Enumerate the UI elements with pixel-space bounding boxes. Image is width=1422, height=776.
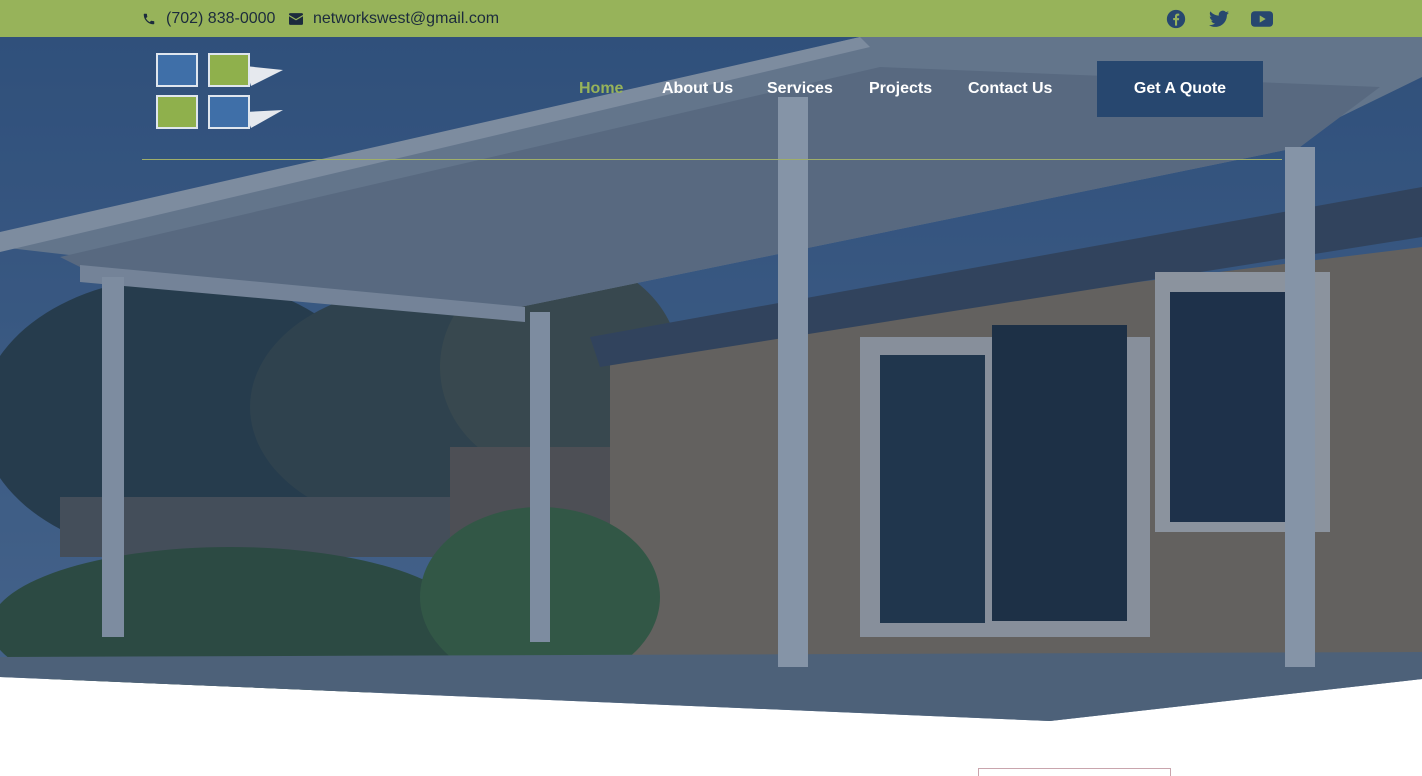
phone-number: (702) 838-0000: [166, 9, 276, 27]
nav-item-contact-us[interactable]: Contact Us: [968, 78, 1052, 100]
phone-link[interactable]: (702) 838-0000: [142, 0, 275, 37]
nav-item-home[interactable]: Home: [579, 78, 623, 100]
hero-overlay: [0, 37, 1422, 721]
nav-item-services[interactable]: Services: [767, 78, 833, 100]
content-card-edge: [978, 768, 1171, 776]
logo-icon: [156, 53, 283, 129]
top-bar: (702) 838-0000 networkswest@gmail.com: [0, 0, 1422, 37]
phone-icon: [143, 13, 155, 24]
company-logo[interactable]: [155, 52, 285, 130]
get-a-quote-button[interactable]: Get A Quote: [1097, 61, 1263, 117]
nav-item-projects[interactable]: Projects: [869, 78, 932, 100]
header-divider: [142, 159, 1282, 160]
youtube-link[interactable]: [1251, 8, 1273, 30]
email-address: networkswest@gmail.com: [313, 9, 500, 27]
email-link[interactable]: networkswest@gmail.com: [289, 0, 499, 37]
hero-banner: [0, 37, 1422, 721]
twitter-icon: [1209, 10, 1229, 27]
nav-item-about-us[interactable]: About Us: [662, 78, 733, 100]
youtube-icon: [1251, 11, 1273, 27]
twitter-link[interactable]: [1208, 8, 1230, 30]
facebook-icon: [1166, 9, 1186, 29]
facebook-link[interactable]: [1165, 8, 1187, 30]
envelope-icon: [289, 12, 303, 25]
